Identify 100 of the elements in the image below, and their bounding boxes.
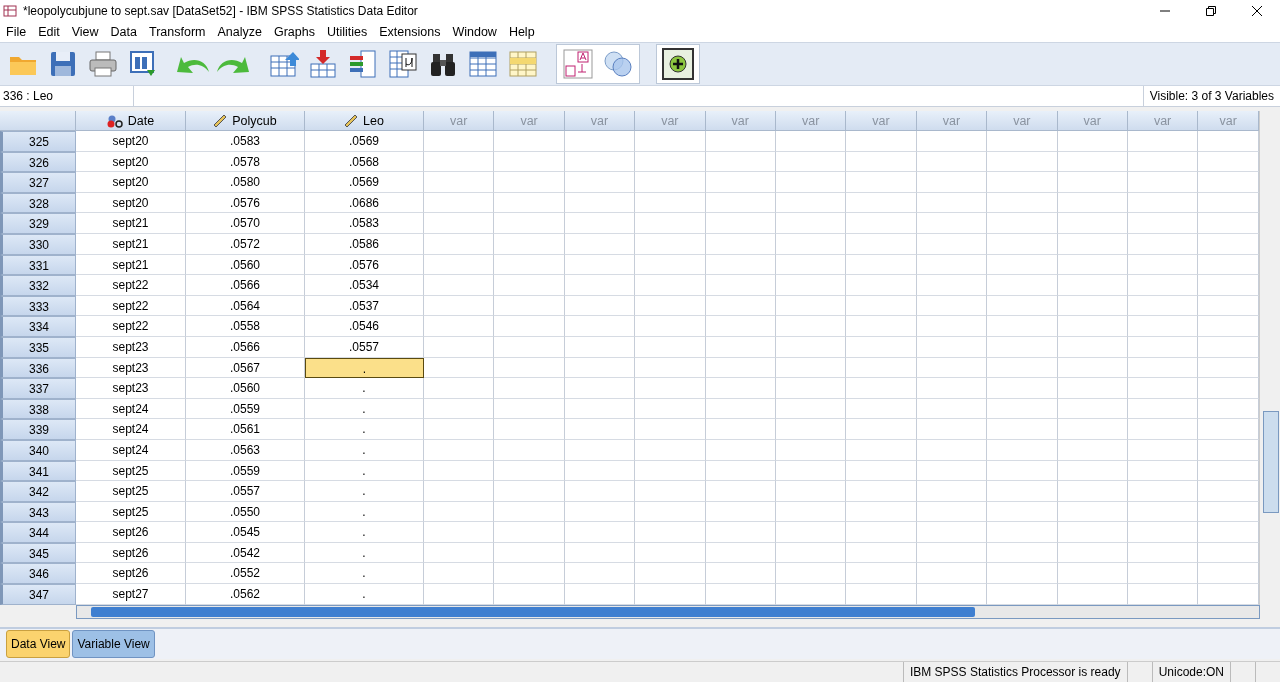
empty-cell[interactable] (564, 213, 636, 234)
menu-item[interactable]: Graphs (269, 25, 323, 39)
row-number[interactable]: 331 (0, 254, 76, 276)
empty-cell[interactable] (1127, 522, 1199, 543)
table-cell[interactable]: sept22 (76, 316, 186, 337)
empty-cell[interactable] (635, 336, 706, 358)
empty-cell[interactable] (705, 213, 776, 234)
table-cell[interactable]: . (305, 501, 424, 523)
row-number[interactable]: 334 (0, 316, 76, 337)
table-cell[interactable]: .0557 (186, 481, 305, 502)
empty-cell[interactable] (705, 357, 776, 379)
empty-cell[interactable] (987, 398, 1058, 420)
table-cell[interactable]: sept27 (76, 584, 186, 605)
empty-cell[interactable] (1057, 501, 1128, 523)
empty-cell[interactable] (846, 172, 917, 193)
empty-cell[interactable] (775, 213, 847, 234)
empty-cell[interactable] (987, 192, 1058, 214)
empty-cell[interactable] (1127, 460, 1199, 482)
empty-cell[interactable] (916, 357, 988, 379)
table-cell[interactable]: .0564 (186, 295, 305, 317)
empty-cell[interactable] (564, 254, 636, 276)
table-cell[interactable]: .0583 (305, 213, 424, 234)
empty-cell[interactable] (1057, 233, 1128, 255)
empty-cell[interactable] (775, 357, 847, 379)
empty-cell[interactable] (916, 316, 988, 337)
empty-cell[interactable] (1127, 275, 1199, 296)
empty-cell[interactable] (705, 419, 776, 440)
empty-cell[interactable] (987, 151, 1058, 173)
empty-cell[interactable] (705, 398, 776, 420)
empty-cell[interactable] (494, 542, 565, 564)
empty-cell[interactable] (635, 172, 706, 193)
table-cell[interactable]: .0546 (305, 316, 424, 337)
table-cell[interactable]: .0550 (186, 501, 305, 523)
empty-cell[interactable] (1057, 172, 1128, 193)
empty-cell[interactable] (494, 378, 565, 399)
empty-cell[interactable] (775, 501, 847, 523)
table-cell[interactable]: sept23 (76, 357, 186, 379)
view-tab[interactable]: Variable View (72, 630, 155, 658)
empty-cell[interactable] (1127, 336, 1199, 358)
empty-cell[interactable] (987, 522, 1058, 543)
table-cell[interactable]: sept24 (76, 439, 186, 461)
empty-cell[interactable] (424, 131, 495, 152)
empty-cell[interactable] (775, 439, 847, 461)
empty-cell[interactable] (846, 357, 917, 379)
empty-cell[interactable] (564, 378, 636, 399)
table-cell[interactable]: sept26 (76, 563, 186, 585)
empty-cell[interactable] (1127, 481, 1199, 502)
empty-cell[interactable] (916, 233, 988, 255)
empty-cell[interactable] (775, 460, 847, 482)
empty-cell[interactable] (916, 378, 988, 399)
table-cell[interactable]: sept22 (76, 275, 186, 296)
empty-cell[interactable] (846, 522, 917, 543)
empty-cell[interactable] (1057, 336, 1128, 358)
empty-cell[interactable] (1127, 295, 1199, 317)
empty-cell[interactable] (1127, 316, 1199, 337)
empty-cell[interactable] (846, 233, 917, 255)
empty-cell[interactable] (775, 542, 847, 564)
empty-cell[interactable] (1057, 460, 1128, 482)
table-cell[interactable]: .0545 (186, 522, 305, 543)
row-number[interactable]: 335 (0, 336, 76, 358)
empty-cell[interactable] (635, 295, 706, 317)
empty-cell[interactable] (775, 316, 847, 337)
empty-cell[interactable] (987, 419, 1058, 440)
empty-cell[interactable] (775, 275, 847, 296)
view-tab[interactable]: Data View (6, 630, 71, 658)
menu-item[interactable]: Edit (34, 25, 68, 39)
empty-cell[interactable] (1127, 131, 1199, 152)
empty-cell[interactable] (775, 172, 847, 193)
empty-cell[interactable] (987, 357, 1058, 379)
empty-cell[interactable] (635, 481, 706, 502)
empty-cell[interactable] (846, 419, 917, 440)
empty-cell[interactable] (635, 151, 706, 173)
empty-cell[interactable] (494, 481, 565, 502)
empty-cell[interactable] (494, 254, 565, 276)
empty-cell[interactable] (494, 151, 565, 173)
empty-cell[interactable] (846, 151, 917, 173)
row-number[interactable]: 345 (0, 542, 76, 564)
empty-cell[interactable] (1057, 357, 1128, 379)
empty-cell[interactable] (705, 131, 776, 152)
row-number[interactable]: 328 (0, 192, 76, 214)
row-number[interactable]: 325 (0, 131, 76, 152)
empty-cell[interactable] (494, 131, 565, 152)
empty-cell[interactable] (916, 419, 988, 440)
empty-cell[interactable] (1057, 584, 1128, 605)
empty-cell[interactable] (775, 233, 847, 255)
empty-cell[interactable] (564, 336, 636, 358)
empty-cell[interactable] (916, 439, 988, 461)
table-cell[interactable]: sept25 (76, 460, 186, 482)
row-number[interactable]: 329 (0, 213, 76, 234)
empty-cell[interactable] (494, 316, 565, 337)
empty-cell[interactable] (1127, 151, 1199, 173)
empty-cell[interactable] (916, 522, 988, 543)
empty-cell[interactable] (916, 213, 988, 234)
row-number[interactable]: 341 (0, 460, 76, 482)
empty-cell[interactable] (705, 275, 776, 296)
empty-cell[interactable] (775, 336, 847, 358)
empty-cell[interactable] (705, 192, 776, 214)
table-cell[interactable]: .0534 (305, 275, 424, 296)
empty-cell[interactable] (1127, 563, 1199, 585)
empty-cell[interactable] (1057, 542, 1128, 564)
